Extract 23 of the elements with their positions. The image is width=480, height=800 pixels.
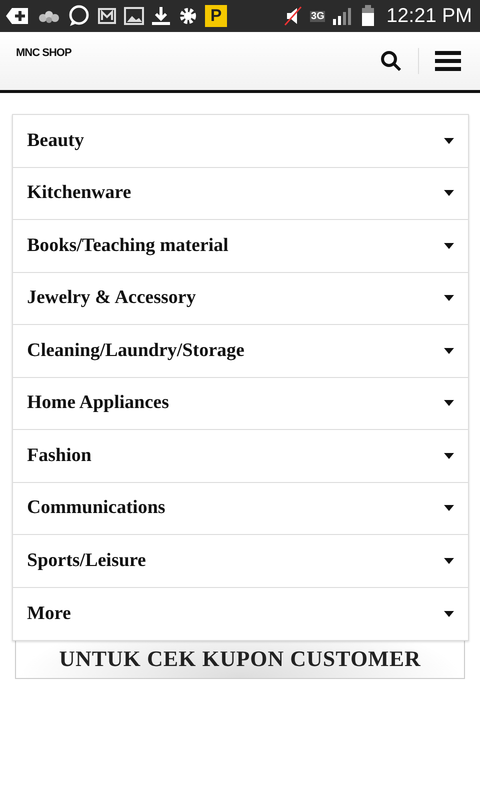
category-item[interactable]: Sports/Leisure [13,535,468,588]
search-icon[interactable] [380,50,402,72]
mail-icon [97,7,117,25]
category-item[interactable]: Fashion [13,430,468,482]
network-label: 3G [310,10,326,22]
plus-tag-icon [6,6,30,26]
category-item[interactable]: Communications [13,482,468,535]
category-item[interactable]: Home Appliances [13,378,468,430]
chat-bubble-icon [68,5,90,27]
menu-icon[interactable] [435,51,461,71]
category-item[interactable]: Cleaning/Laundry/Storage [13,325,468,378]
category-item[interactable]: Jewelry & Accessory [13,272,468,325]
shop-logo[interactable]: MNC SHOP [16,47,72,59]
category-item[interactable]: Beauty [13,115,468,168]
image-icon [124,7,144,25]
category-item[interactable]: Books/Teaching material [13,220,468,272]
parking-badge: P [205,5,227,27]
download-icon [151,6,171,26]
muted-speaker-icon [283,6,304,26]
category-item[interactable]: Kitchenware [13,168,468,220]
clock-time: 12:21 PM [386,4,472,28]
battery-icon [361,5,376,27]
banner-text: UNTUK CEK KUPON CUSTOMER [59,646,421,672]
